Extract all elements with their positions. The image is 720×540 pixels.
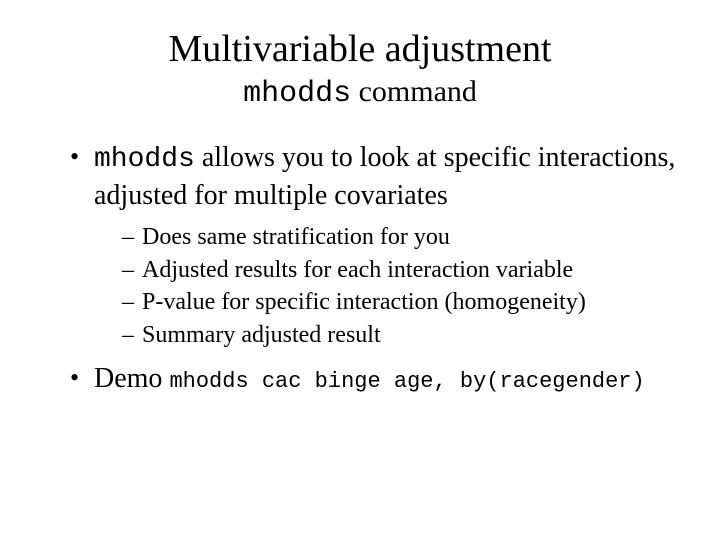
bullet-1: mhodds allows you to look at specific in… xyxy=(70,140,680,351)
bullet-list: mhodds allows you to look at specific in… xyxy=(40,140,680,397)
bullet-2-label: Demo xyxy=(94,363,169,394)
sub-bullet-list: Does same stratification for you Adjuste… xyxy=(94,221,680,351)
sub-bullet-1: Does same stratification for you xyxy=(122,221,680,253)
slide-title: Multivariable adjustment xyxy=(40,28,680,72)
subtitle-code: mhodds xyxy=(243,77,351,111)
slide-subtitle: mhodds command xyxy=(40,74,680,112)
sub-bullet-2: Adjusted results for each interaction va… xyxy=(122,254,680,286)
demo-command: mhodds cac binge age, by(racegender) xyxy=(169,369,644,394)
bullet-2: Demo mhodds cac binge age, by(racegender… xyxy=(70,361,680,397)
sub-bullet-4: Summary adjusted result xyxy=(122,319,680,351)
title-block: Multivariable adjustment mhodds command xyxy=(40,28,680,112)
sub-bullet-3: P-value for specific interaction (homoge… xyxy=(122,286,680,318)
bullet-1-code: mhodds xyxy=(94,144,195,175)
subtitle-text: command xyxy=(351,75,477,108)
